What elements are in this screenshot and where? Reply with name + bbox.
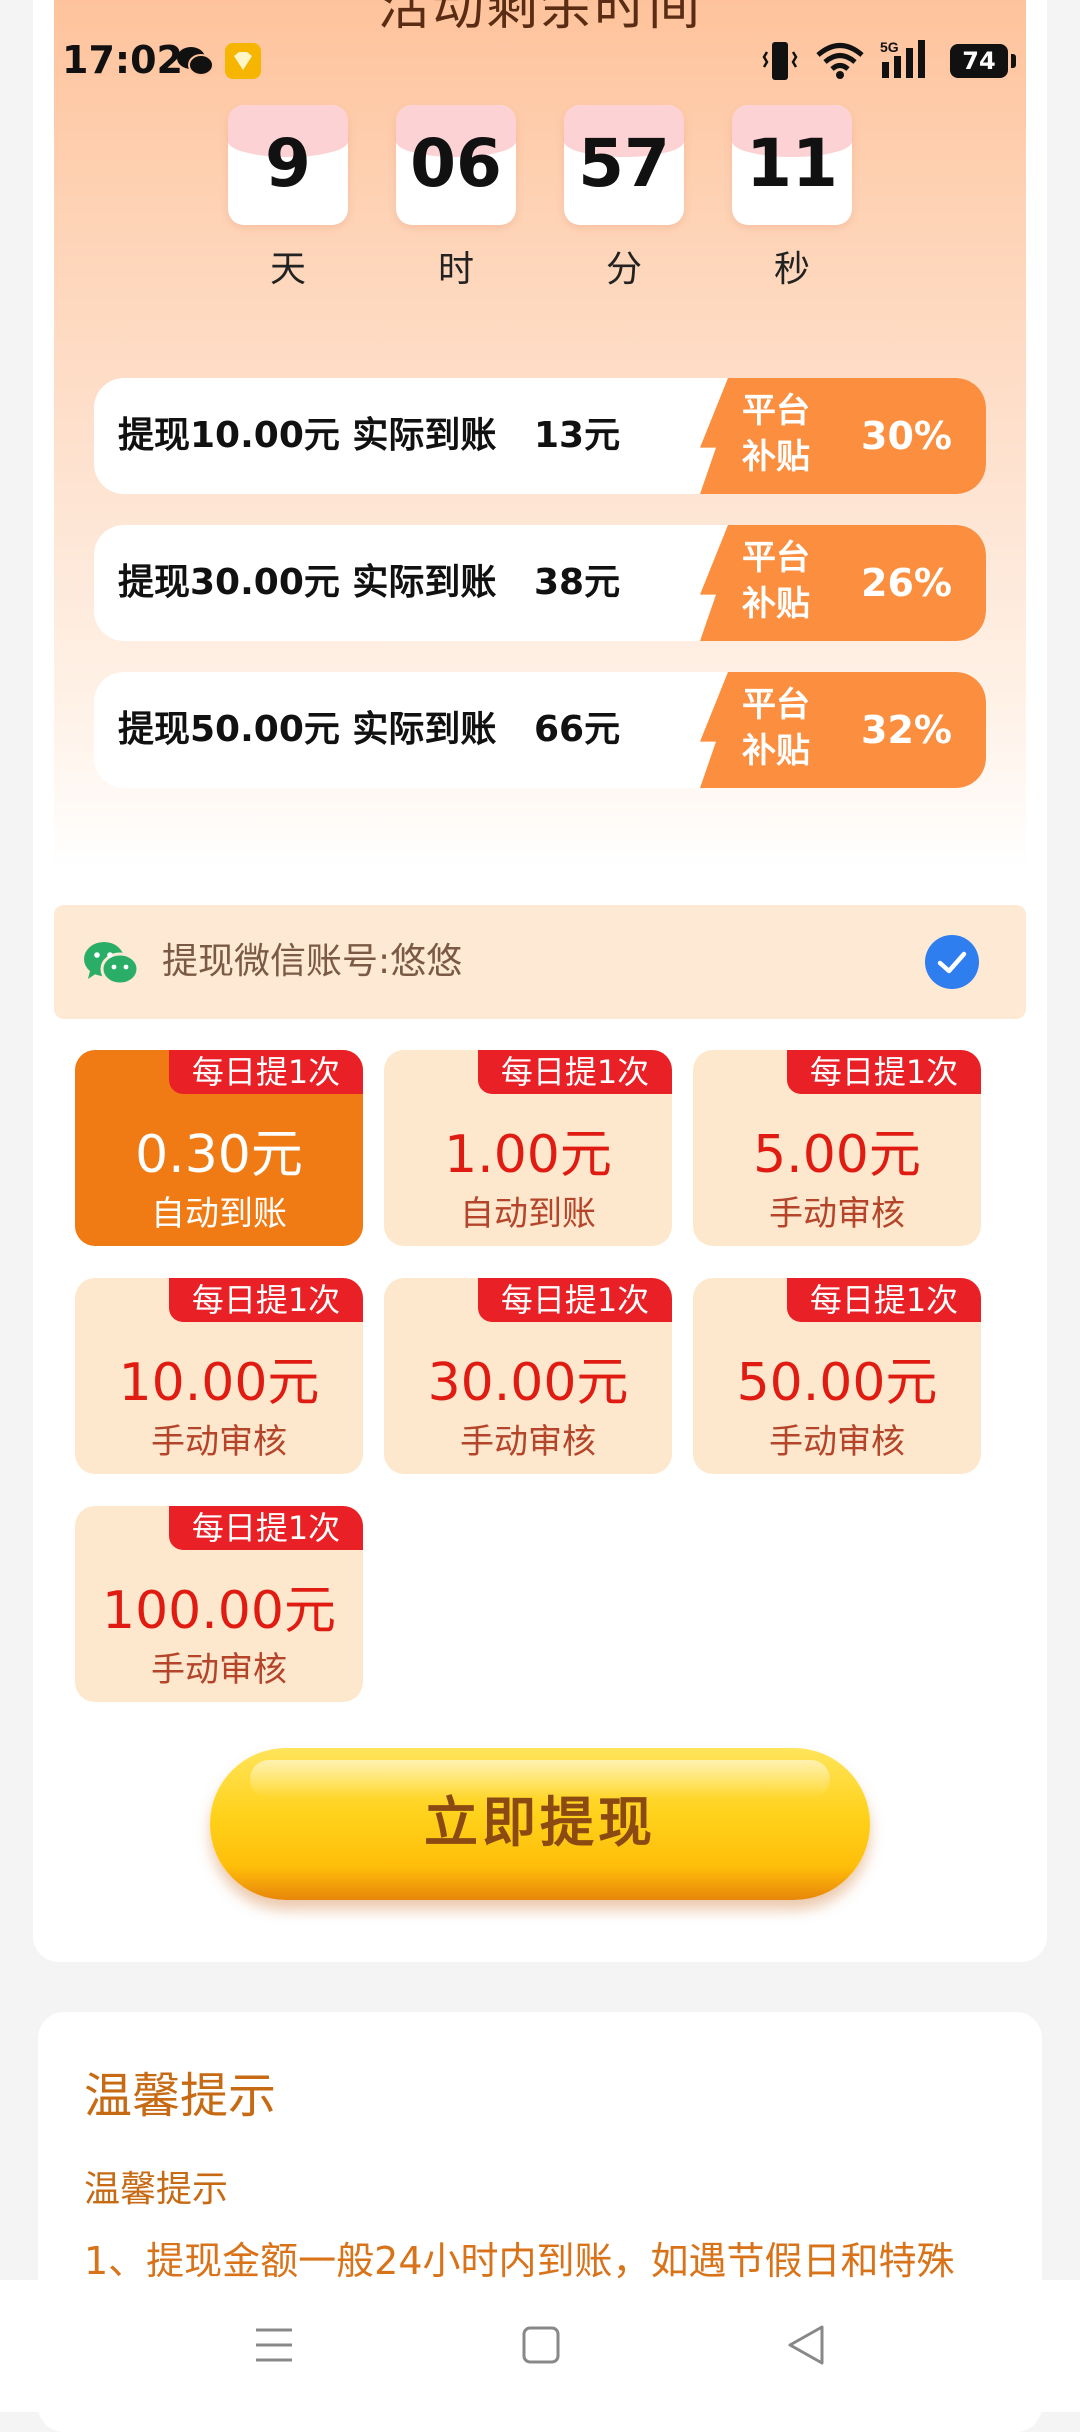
countdown-seconds-box: 11: [732, 105, 852, 225]
activity-title: 活动剩余时间: [377, 0, 702, 37]
platform-subsidy-badge: 平台 补贴 30%: [700, 378, 986, 494]
amount-mode: 手动审核: [769, 1422, 905, 1462]
daily-limit-tag: 每日提1次: [787, 1278, 981, 1322]
checkmark-icon[interactable]: [924, 934, 980, 990]
amount-option[interactable]: 每日提1次 1.00元 自动到账: [384, 1050, 672, 1246]
daily-limit-tag: 每日提1次: [169, 1506, 363, 1550]
amount-value: 100.00元: [102, 1581, 336, 1641]
daily-limit-tag: 每日提1次: [169, 1050, 363, 1094]
amount-mode: 自动到账: [151, 1194, 287, 1234]
wechat-account-label: 提现微信账号:悠悠: [162, 941, 463, 982]
daily-limit-tag: 每日提1次: [478, 1050, 672, 1094]
countdown-hours: 06: [410, 125, 502, 202]
tips-title: 温馨提示: [84, 2068, 277, 2124]
amount-option[interactable]: 每日提1次 100.00元 手动审核: [75, 1506, 363, 1702]
amount-value: 10.00元: [118, 1353, 320, 1413]
svg-text:5G: 5G: [880, 39, 899, 55]
countdown-minutes-label: 分: [605, 249, 642, 290]
countdown-minutes-box: 57: [564, 105, 684, 225]
withdraw-button-label: 立即提现: [424, 1791, 656, 1854]
subsidy-label: 平台 补贴: [742, 391, 810, 477]
back-icon[interactable]: [786, 2324, 826, 2366]
subsidy-label: 平台 补贴: [742, 685, 810, 771]
amount-mode: 手动审核: [151, 1422, 287, 1462]
offer-text: 提现30.00元 实际到账 38元: [118, 562, 621, 603]
amount-mode: 手动审核: [460, 1422, 596, 1462]
amount-mode: 手动审核: [151, 1650, 287, 1690]
platform-subsidy-badge: 平台 补贴 26%: [700, 525, 986, 641]
countdown-seconds-label: 秒: [773, 249, 810, 290]
countdown-seconds: 11: [746, 125, 838, 202]
subsidy-percent: 26%: [861, 561, 952, 605]
offer-row: 提现30.00元 实际到账 38元 平台 补贴 26%: [94, 525, 986, 641]
wechat-icon: [84, 942, 140, 986]
amount-value: 30.00元: [427, 1353, 629, 1413]
offer-text: 提现50.00元 实际到账 66元: [118, 709, 621, 750]
daily-limit-tag: 每日提1次: [169, 1278, 363, 1322]
subsidy-label: 平台 补贴: [742, 538, 810, 624]
wechat-account-row[interactable]: 提现微信账号:悠悠: [54, 905, 1026, 1019]
menu-icon[interactable]: [254, 2326, 294, 2364]
battery-icon: 74: [950, 44, 1016, 78]
system-nav-bar: [0, 2280, 1080, 2412]
wechat-notification-icon: [177, 47, 214, 76]
subsidy-percent: 30%: [861, 414, 952, 458]
amount-option[interactable]: 每日提1次 30.00元 手动审核: [384, 1278, 672, 1474]
countdown-minutes: 57: [578, 125, 670, 202]
amount-value: 0.30元: [135, 1125, 303, 1185]
offer-row: 提现10.00元 实际到账 13元 平台 补贴 30%: [94, 378, 986, 494]
signal-5g-icon: 5G: [880, 39, 925, 78]
amount-option[interactable]: 每日提1次 50.00元 手动审核: [693, 1278, 981, 1474]
amount-value: 50.00元: [736, 1353, 938, 1413]
countdown-days-label: 天: [269, 249, 306, 290]
tips-line: 1、提现金额一般24小时内到账，如遇节假日和特殊: [84, 2239, 955, 2283]
amount-option[interactable]: 每日提1次 0.30元 自动到账: [75, 1050, 363, 1246]
platform-subsidy-badge: 平台 补贴 32%: [700, 672, 986, 788]
withdraw-button[interactable]: 立即提现: [210, 1748, 870, 1900]
countdown-days: 9: [265, 125, 311, 202]
battery-level: 74: [962, 47, 996, 75]
status-time: 17:02: [62, 38, 183, 82]
daily-limit-tag: 每日提1次: [787, 1050, 981, 1094]
subsidy-percent: 32%: [861, 708, 952, 752]
amount-option[interactable]: 每日提1次 10.00元 手动审核: [75, 1278, 363, 1474]
amount-value: 1.00元: [444, 1125, 612, 1185]
app-notification-icon: [225, 43, 261, 79]
amount-mode: 手动审核: [769, 1194, 905, 1234]
offer-row: 提现50.00元 实际到账 66元 平台 补贴 32%: [94, 672, 986, 788]
tips-subtitle: 温馨提示: [84, 2169, 229, 2210]
countdown-hours-box: 06: [396, 105, 516, 225]
wifi-icon: [816, 43, 864, 79]
vibrate-icon: [762, 42, 798, 80]
offer-text: 提现10.00元 实际到账 13元: [118, 415, 621, 456]
countdown-days-box: 9: [228, 105, 348, 225]
amount-option[interactable]: 每日提1次 5.00元 手动审核: [693, 1050, 981, 1246]
daily-limit-tag: 每日提1次: [478, 1278, 672, 1322]
countdown-hours-label: 时: [437, 249, 474, 290]
amount-value: 5.00元: [753, 1125, 921, 1185]
home-icon[interactable]: [522, 2326, 560, 2364]
amount-mode: 自动到账: [460, 1194, 596, 1234]
